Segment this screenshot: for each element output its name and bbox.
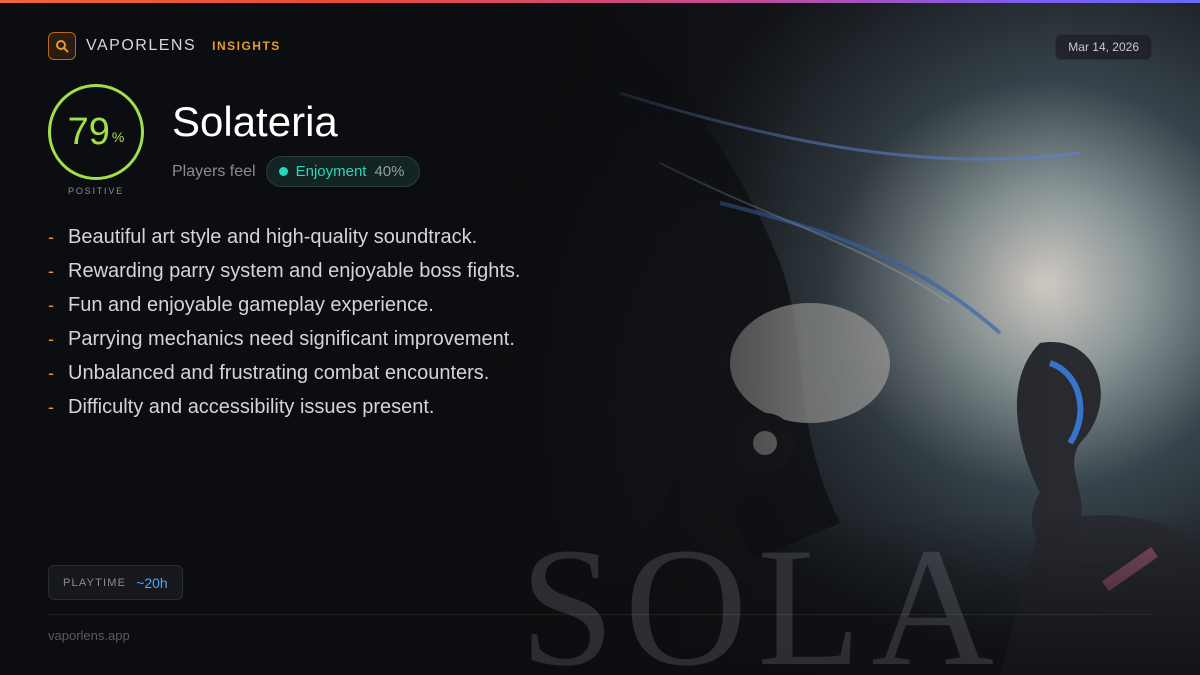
list-item: - Difficulty and accessibility issues pre… bbox=[48, 390, 520, 424]
art-logo-lettering: SOLA bbox=[520, 513, 1004, 675]
score-indicator: 79 % POSITIVE bbox=[48, 84, 144, 196]
game-key-art: SOLA bbox=[480, 3, 1200, 675]
playtime-badge: PLAYTIME ~20h bbox=[48, 565, 183, 600]
review-points-list: - Beautiful art style and high-quality so… bbox=[48, 220, 520, 424]
date-badge: Mar 14, 2026 bbox=[1055, 34, 1152, 60]
bullet-dash: - bbox=[48, 226, 54, 247]
point-text: Rewarding parry system and enjoyable bos… bbox=[68, 259, 521, 282]
brand-name: VAPORLENS bbox=[86, 37, 197, 54]
playtime-label: PLAYTIME bbox=[63, 576, 127, 589]
list-item: - Unbalanced and frustrating combat encou… bbox=[48, 356, 520, 390]
list-item: - Beautiful art style and high-quality so… bbox=[48, 220, 520, 254]
bullet-dash: - bbox=[48, 294, 54, 315]
point-text: Difficulty and accessibility issues pres… bbox=[68, 395, 435, 418]
emotion-name: Enjoyment bbox=[295, 163, 367, 180]
score-label: POSITIVE bbox=[68, 186, 124, 196]
bullet-dash: - bbox=[48, 396, 54, 417]
footer-url: vaporlens.app bbox=[48, 628, 130, 643]
brand-section: INSIGHTS bbox=[212, 39, 281, 53]
point-text: Fun and enjoyable gameplay experience. bbox=[68, 293, 434, 316]
playtime-value: ~20h bbox=[136, 574, 168, 591]
score-unit: % bbox=[111, 129, 125, 145]
emotion-percent: 40% bbox=[374, 163, 405, 180]
sentiment-label: Players feel bbox=[172, 162, 256, 180]
sentiment-row: Players feel Enjoyment 40% bbox=[172, 156, 420, 187]
emotion-dot-icon bbox=[278, 167, 288, 176]
bullet-dash: - bbox=[48, 362, 54, 383]
app-header: VAPORLENS INSIGHTS bbox=[48, 32, 281, 60]
search-icon bbox=[48, 32, 76, 60]
list-item: - Rewarding parry system and enjoyable bo… bbox=[48, 254, 520, 288]
point-text: Parrying mechanics need significant impr… bbox=[68, 327, 515, 350]
game-title: Solateria bbox=[172, 98, 338, 145]
score-value: 79 bbox=[67, 110, 110, 153]
list-item: - Parrying mechanics need significant imp… bbox=[48, 322, 520, 356]
footer-divider bbox=[48, 614, 1152, 615]
bullet-dash: - bbox=[48, 328, 54, 349]
point-text: Beautiful art style and high-quality sou… bbox=[68, 225, 478, 248]
score-ring: 79 % bbox=[48, 84, 144, 180]
point-text: Unbalanced and frustrating combat encoun… bbox=[68, 361, 490, 384]
bullet-dash: - bbox=[48, 260, 54, 281]
list-item: - Fun and enjoyable gameplay experience. bbox=[48, 288, 520, 322]
emotion-chip: Enjoyment 40% bbox=[265, 156, 420, 187]
